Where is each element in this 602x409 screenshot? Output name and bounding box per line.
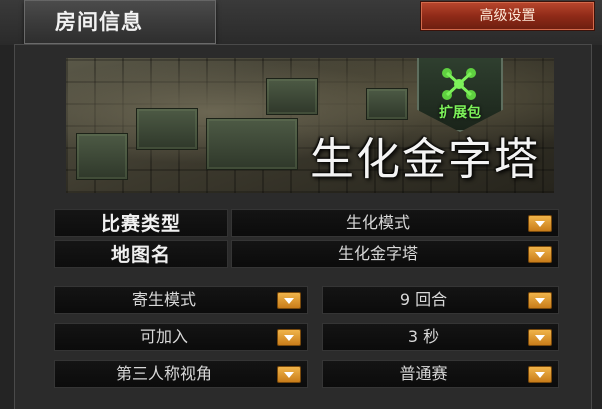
game-mode-value: 寄生模式 <box>131 290 196 309</box>
time-select[interactable]: 3 秒 <box>322 323 559 351</box>
join-setting-select[interactable]: 可加入 <box>54 323 308 351</box>
map-name-label: 地图名 <box>54 240 228 268</box>
map-name-value: 生化金字塔 <box>337 244 418 263</box>
expansion-badge-label: 扩展包 <box>439 105 481 121</box>
expansion-badge: 扩展包 <box>417 58 503 132</box>
dropdown-arrow-icon[interactable] <box>528 366 552 383</box>
map-name-select[interactable]: 生化金字塔 <box>231 240 559 268</box>
match-type-label: 比赛类型 <box>54 209 228 237</box>
join-setting-value: 可加入 <box>139 327 188 346</box>
map-banner: 扩展包 生化金字塔 <box>66 58 554 193</box>
banner-crate <box>206 118 298 170</box>
rounds-value: 9 回合 <box>399 290 448 309</box>
time-value: 3 秒 <box>407 327 440 346</box>
room-info-tab[interactable]: 房间信息 <box>24 0 216 44</box>
dropdown-arrow-icon[interactable] <box>528 246 552 263</box>
map-title: 生化金字塔 <box>310 134 540 185</box>
match-type-value: 生化模式 <box>345 213 410 232</box>
dropdown-arrow-icon[interactable] <box>528 292 552 309</box>
dropdown-arrow-icon[interactable] <box>528 329 552 346</box>
match-kind-select[interactable]: 普通赛 <box>322 360 559 388</box>
banner-crate <box>366 88 408 120</box>
match-kind-value: 普通赛 <box>399 364 448 383</box>
banner-crate <box>136 108 198 150</box>
dropdown-arrow-icon[interactable] <box>528 215 552 232</box>
game-mode-select[interactable]: 寄生模式 <box>54 286 308 314</box>
dropdown-arrow-icon[interactable] <box>277 366 301 383</box>
dropdown-arrow-icon[interactable] <box>277 292 301 309</box>
biohazard-icon <box>442 68 476 100</box>
advanced-settings-button[interactable]: 高级设置 <box>421 2 594 30</box>
banner-crate <box>266 78 318 115</box>
rounds-select[interactable]: 9 回合 <box>322 286 559 314</box>
banner-crate <box>76 133 128 180</box>
dropdown-arrow-icon[interactable] <box>277 329 301 346</box>
match-type-select[interactable]: 生化模式 <box>231 209 559 237</box>
view-value: 第三人称视角 <box>115 364 212 383</box>
view-select[interactable]: 第三人称视角 <box>54 360 308 388</box>
